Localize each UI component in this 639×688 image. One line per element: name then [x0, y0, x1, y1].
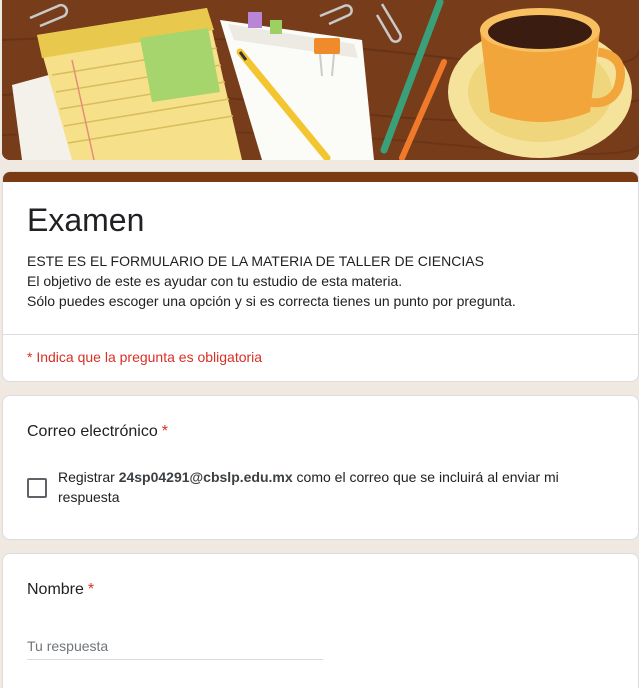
description-line: Sólo puedes escoger una opción y si es c… — [27, 293, 516, 309]
required-asterisk: * — [161, 423, 168, 440]
name-question-card: Nombre * — [2, 553, 639, 688]
form-description: ESTE ES EL FORMULARIO DE LA MATERIA DE T… — [27, 251, 516, 311]
form-header-card: Examen ESTE ES EL FORMULARIO DE LA MATER… — [2, 171, 639, 382]
required-note: * Indica que la pregunta es obligatoria — [27, 349, 263, 365]
user-email: 24sp04291@cbslp.edu.mx — [118, 469, 293, 485]
description-line: ESTE ES EL FORMULARIO DE LA MATERIA DE T… — [27, 253, 484, 269]
theme-color-band — [3, 172, 638, 182]
header-image — [2, 0, 639, 160]
description-line: El objetivo de este es ayudar con tu est… — [27, 273, 403, 289]
record-email-label[interactable]: Registrar 24sp04291@cbslp.edu.mx como el… — [58, 467, 598, 507]
divider — [3, 334, 638, 335]
question-title: Correo electrónico — [27, 423, 158, 440]
form-title: Examen — [27, 202, 145, 238]
question-title: Nombre — [27, 581, 84, 598]
checkbox-prefix: Registrar — [58, 469, 119, 485]
name-answer-input[interactable] — [27, 632, 323, 660]
name-question-label: Nombre * — [27, 578, 94, 602]
email-question-card: Correo electrónico * Registrar 24sp04291@… — [2, 395, 639, 540]
email-question-label: Correo electrónico * — [27, 420, 168, 444]
record-email-checkbox[interactable] — [27, 478, 47, 498]
desk-illustration — [2, 0, 639, 160]
required-asterisk: * — [87, 581, 95, 598]
